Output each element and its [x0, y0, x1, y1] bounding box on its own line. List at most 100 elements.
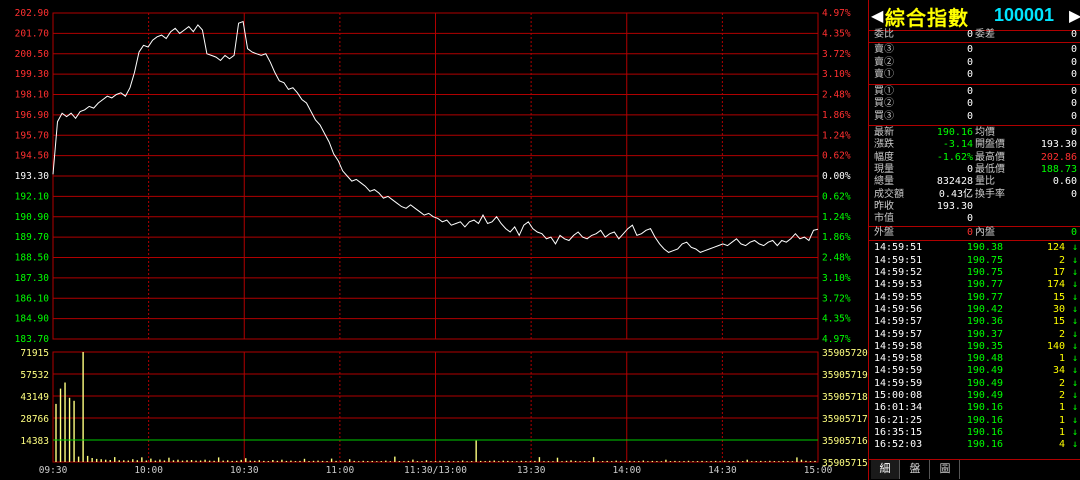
percent-tick-label: 4.97% — [822, 8, 851, 19]
ask-volume: 0 — [1070, 69, 1077, 80]
stat-row: 漲跌 -3.14 開盤價 193.30 — [869, 139, 1080, 151]
inner-label: 內盤 — [975, 227, 995, 239]
volume-grid — [52, 351, 819, 463]
percent-tick-label: 2.48% — [822, 90, 851, 101]
stat-value: 0.60 — [1052, 176, 1077, 188]
time-tick-label: 10:30 — [230, 465, 259, 476]
ask-volume: 0 — [1070, 44, 1077, 55]
tick-row: 14:59:57 190.37 2 ↓ — [869, 329, 1080, 341]
price-tick-label: 200.50 — [15, 49, 50, 60]
stat-label: 最低價 — [975, 163, 1005, 175]
price-tick-label: 190.90 — [15, 212, 50, 223]
panel-divider — [869, 240, 1080, 242]
volume-tick-label: 14383 — [20, 436, 49, 447]
tab-detail[interactable]: 細 — [871, 460, 900, 479]
stat-value: 193.30 — [1040, 139, 1077, 151]
price-tick-label: 192.10 — [15, 191, 50, 202]
panel-tabs: 細 盤 圖 — [869, 459, 1080, 480]
stat-label: 現量 — [874, 163, 894, 175]
tick-time: 14:59:52 — [874, 267, 923, 278]
tab-chart[interactable]: 圖 — [931, 460, 960, 479]
outer-inner-row: 外盤 0 內盤 0 — [869, 227, 1080, 239]
price-tick-label: 199.30 — [15, 69, 50, 80]
tick-time: 14:59:57 — [874, 316, 923, 328]
tick-volume: 15 — [1052, 316, 1065, 328]
down-arrow-icon: ↓ — [1071, 353, 1078, 365]
stat-row: 市值 0 — [869, 213, 1080, 225]
time-tick-label: 10:00 — [134, 465, 163, 476]
next-symbol-icon[interactable]: ▶ — [1069, 6, 1080, 25]
time-tick-label: 11:30/13:00 — [404, 465, 467, 476]
down-arrow-icon: ↓ — [1071, 365, 1078, 377]
price-tick-label: 195.70 — [15, 130, 50, 141]
bid-level-label: 買③ — [874, 110, 894, 122]
amount-tick-label: 35905716 — [822, 436, 868, 447]
stat-row: 成交額 0.43亿 換手率 0 — [869, 189, 1080, 201]
time-tick-label: 11:00 — [326, 465, 355, 476]
tick-price: 190.49 — [966, 365, 1003, 377]
bid-price: 0 — [966, 110, 973, 122]
tick-time: 14:59:56 — [874, 303, 923, 315]
ask-row: 賣① 0 0 — [869, 69, 1080, 81]
tab-book[interactable]: 盤 — [901, 460, 930, 479]
bid-row: 買① 0 0 — [869, 86, 1080, 98]
tick-price: 190.38 — [966, 242, 1003, 254]
tick-volume: 1 — [1058, 414, 1065, 426]
panel-divider — [869, 42, 1080, 43]
tick-price: 190.49 — [966, 390, 1003, 401]
tick-row: 14:59:51 190.75 2 ↓ — [869, 255, 1080, 267]
stat-label: 幅度 — [874, 151, 894, 163]
volume-axis-left: 71915 57532 43149 28766 14383 — [20, 348, 49, 447]
percent-tick-label: 1.24% — [822, 212, 851, 223]
stat-label: 昨收 — [874, 200, 894, 212]
price-tick-label: 186.10 — [15, 293, 50, 304]
stat-label: 開盤價 — [975, 139, 1005, 151]
price-tick-label: 189.70 — [15, 232, 50, 243]
stat-label: 成交額 — [874, 188, 904, 200]
time-tick-label: 15:00 — [804, 465, 833, 476]
tick-row: 14:59:51 190.38 124 ↓ — [869, 242, 1080, 254]
stat-label: 最高價 — [975, 151, 1005, 163]
tick-time: 14:59:55 — [874, 291, 923, 303]
percent-tick-label: 4.35% — [822, 314, 851, 325]
panel-divider — [869, 83, 1080, 85]
ask-level-label: 賣③ — [874, 44, 894, 55]
ask-level-label: 賣② — [874, 56, 894, 68]
ask-price: 0 — [966, 56, 973, 68]
tick-price: 190.75 — [966, 267, 1003, 278]
prev-symbol-icon[interactable]: ◀ — [871, 6, 883, 25]
percent-tick-label: 1.86% — [822, 110, 851, 121]
stat-value: 0.43亿 — [938, 188, 973, 200]
symbol-header: ◀ 綜合指數 100001 ▶ — [869, 0, 1080, 31]
tick-time: 16:01:34 — [874, 402, 923, 414]
tick-row: 16:52:03 190.16 4 ↓ — [869, 439, 1080, 451]
down-arrow-icon: ↓ — [1071, 328, 1078, 340]
price-tick-label: 188.50 — [15, 253, 50, 264]
tick-price: 190.16 — [966, 426, 1003, 438]
inner-value: 0 — [1070, 227, 1077, 239]
price-tick-label: 201.70 — [15, 28, 50, 39]
stat-row: 幅度 -1.62% 最高價 202.86 — [869, 152, 1080, 164]
tick-time: 16:52:03 — [874, 439, 923, 451]
tick-price: 190.49 — [966, 377, 1003, 389]
bid-volume: 0 — [1070, 85, 1077, 97]
stat-value: 0 — [966, 163, 973, 175]
down-arrow-icon: ↓ — [1071, 439, 1078, 451]
volume-tick-label: 57532 — [20, 370, 49, 381]
stat-label: 總量 — [874, 176, 894, 188]
stat-label: 換手率 — [975, 188, 1005, 200]
bid-volume: 0 — [1070, 110, 1077, 122]
amount-tick-label: 35905719 — [822, 370, 868, 381]
ask-level-label: 賣① — [874, 69, 894, 80]
volume-axis-right: 35905720 35905719 35905718 35905717 35905716… — [822, 348, 868, 469]
tick-price: 190.37 — [966, 328, 1003, 340]
tick-price: 190.36 — [966, 316, 1003, 328]
price-tick-label: 198.10 — [15, 90, 50, 101]
tick-volume: 2 — [1058, 390, 1065, 401]
intraday-chart[interactable]: 202.90 201.70 200.50 199.30 198.10 196.90 195.… — [0, 0, 868, 480]
stat-label: 均價 — [975, 127, 995, 138]
percent-tick-label: 3.10% — [822, 69, 851, 80]
percent-tick-label: 4.35% — [822, 28, 851, 39]
tick-volume: 2 — [1058, 328, 1065, 340]
tick-volume: 140 — [1046, 340, 1065, 352]
